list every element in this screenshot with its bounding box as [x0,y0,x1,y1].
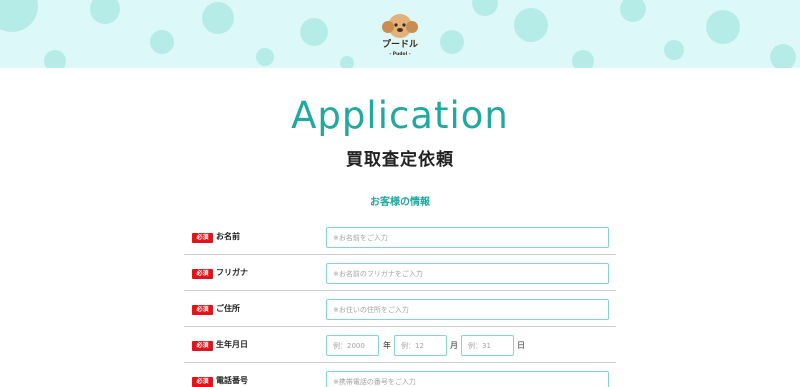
form-row-address: 必須 ご住所 [184,291,616,327]
required-badge: 必須 [192,341,213,351]
name-input[interactable] [326,227,609,248]
decorative-dot [572,50,594,68]
logo-subtext: - Pudol - [389,51,410,57]
poodle-logo[interactable]: プードル - Pudol - [374,10,426,58]
furigana-label: フリガナ [216,268,248,277]
birth-month-input[interactable] [394,335,447,356]
application-form: 必須 お名前 必須 フリガナ 必須 ご住所 必須 生年月日 年 月 日 必須 電… [184,219,616,387]
decorative-dot [620,0,646,22]
birthdate-label: 生年月日 [216,340,248,349]
decorative-dot [514,8,548,42]
birth-year-input[interactable] [326,335,379,356]
name-label: お名前 [216,232,240,241]
page-subtitle: 買取査定依頼 [346,150,454,170]
address-label: ご住所 [216,304,240,313]
phone-input[interactable] [326,371,609,387]
decorative-dot [440,30,464,54]
decorative-dot [44,50,66,68]
decorative-dot [150,30,174,54]
phone-label: 電話番号 [216,376,248,385]
furigana-input[interactable] [326,263,609,284]
address-input[interactable] [326,299,609,320]
site-header: プードル - Pudol - [0,0,800,68]
decorative-dot [770,44,796,68]
decorative-dot [202,2,234,34]
form-row-birthdate: 必須 生年月日 年 月 日 [184,327,616,363]
decorative-dot [0,0,38,32]
decorative-dot [706,10,740,44]
birth-day-input[interactable] [461,335,514,356]
form-row-name: 必須 お名前 [184,219,616,255]
required-badge: 必須 [192,269,213,279]
required-badge: 必須 [192,233,213,243]
decorative-dot [256,48,274,66]
decorative-dot [90,0,120,24]
form-row-furigana: 必須 フリガナ [184,255,616,291]
month-unit: 月 [450,341,458,350]
section-heading: お客様の情報 [370,197,430,208]
page-title: Application [291,94,509,137]
day-unit: 日 [517,341,525,350]
required-badge: 必須 [192,305,213,315]
decorative-dot [340,56,354,68]
required-badge: 必須 [192,377,213,387]
decorative-dot [472,0,498,16]
year-unit: 年 [383,341,391,350]
decorative-dot [300,18,328,46]
form-row-phone: 必須 電話番号 [184,363,616,387]
logo-text: プードル [382,38,418,50]
decorative-dot [664,40,684,60]
